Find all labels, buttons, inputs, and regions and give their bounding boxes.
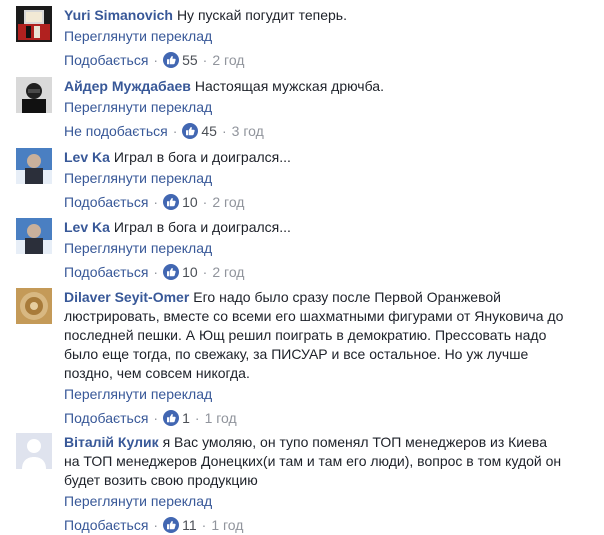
- comment-message: Ну пускай погудит теперь.: [176, 7, 347, 23]
- author-name[interactable]: Айдер Муждабаев: [64, 78, 191, 94]
- separator-dot: ·: [153, 264, 159, 280]
- thumbs-up-icon: [163, 410, 180, 426]
- thumbs-up-icon: [163, 264, 180, 280]
- separator-dot: ·: [201, 517, 207, 533]
- comment-message-line: будет возить свою продукцию: [64, 472, 258, 488]
- comment-actions: Не подобається · 45 · 3 год: [64, 121, 598, 141]
- comment-actions: Подобається · 1 · 1 год: [64, 408, 598, 428]
- thumbs-up-icon: [163, 194, 180, 210]
- author-name[interactable]: Dilaver Seyit-Omer: [64, 289, 189, 305]
- timestamp[interactable]: 1 год: [211, 517, 243, 533]
- author-name[interactable]: Віталій Кулик: [64, 434, 159, 450]
- see-translation-link[interactable]: Переглянути переклад: [64, 97, 598, 117]
- reaction-count[interactable]: 10: [163, 192, 198, 212]
- comment-actions: Подобається · 55 · 2 год: [64, 50, 598, 70]
- comment-message: Играл в бога и доигрался...: [113, 149, 291, 165]
- comment-message-line: Его надо было сразу после Первой Оранжев…: [193, 289, 501, 305]
- comment-message-line: люстрировать, вместе со всеми его шахмат…: [64, 308, 564, 324]
- avatar[interactable]: [16, 433, 52, 469]
- separator-dot: ·: [153, 517, 159, 533]
- comment-message-line: последней пешки. А Ющ решил поиграть в д…: [64, 327, 547, 343]
- comment-message-line: поздно, чем совсем никогда.: [64, 365, 250, 381]
- thumbs-up-icon: [163, 52, 180, 68]
- separator-dot: ·: [153, 52, 159, 68]
- like-link[interactable]: Подобається: [64, 264, 148, 280]
- separator-dot: ·: [221, 123, 227, 139]
- comment-message: Играл в бога и доигрался...: [113, 219, 291, 235]
- comment-text: Lev Ka Играл в бога и доигрался...: [64, 218, 598, 237]
- timestamp[interactable]: 2 год: [212, 194, 244, 210]
- avatar[interactable]: [16, 148, 52, 184]
- reaction-count[interactable]: 10: [163, 262, 198, 282]
- separator-dot: ·: [153, 410, 159, 426]
- see-translation-link[interactable]: Переглянути переклад: [64, 168, 598, 188]
- comment-message-line: на ТОП менеджеров Донецких(и там и там е…: [64, 453, 562, 469]
- comment-text: Dilaver Seyit-Omer Его надо было сразу по…: [64, 288, 598, 383]
- thumbs-up-icon: [163, 517, 180, 533]
- reaction-count[interactable]: 45: [182, 121, 217, 141]
- comments-list: Yuri Simanovich Ну пускай погудит теперь.…: [0, 0, 604, 534]
- comment-message-line: было еще тогда, по свежаку, за ПИСУАР и …: [64, 346, 529, 362]
- separator-dot: ·: [202, 264, 208, 280]
- see-translation-link[interactable]: Переглянути переклад: [64, 384, 598, 404]
- reaction-count[interactable]: 11: [163, 515, 197, 535]
- avatar[interactable]: [16, 288, 52, 324]
- timestamp[interactable]: 1 год: [205, 410, 237, 426]
- reaction-count-value: 10: [182, 264, 198, 280]
- avatar[interactable]: [16, 77, 52, 113]
- separator-dot: ·: [202, 194, 208, 210]
- reaction-count-value: 45: [201, 123, 217, 139]
- comment-actions: Подобається · 10 · 2 год: [64, 262, 598, 282]
- like-link[interactable]: Подобається: [64, 410, 148, 426]
- avatar[interactable]: [16, 6, 52, 42]
- comment-actions: Подобається · 10 · 2 год: [64, 192, 598, 212]
- comment-text: Віталій Кулик я Вас умоляю, он тупо помен…: [64, 433, 598, 490]
- see-translation-link[interactable]: Переглянути переклад: [64, 491, 598, 511]
- comment-message: Настоящая мужская дрючба.: [194, 78, 384, 94]
- reaction-count-value: 1: [182, 410, 190, 426]
- separator-dot: ·: [202, 52, 208, 68]
- comment-text: Yuri Simanovich Ну пускай погудит теперь.: [64, 6, 598, 25]
- separator-dot: ·: [172, 123, 178, 139]
- timestamp[interactable]: 3 год: [232, 123, 264, 139]
- comment-text: Айдер Муждабаев Настоящая мужская дрючба.: [64, 77, 598, 96]
- separator-dot: ·: [194, 410, 200, 426]
- avatar[interactable]: [16, 218, 52, 254]
- author-name[interactable]: Yuri Simanovich: [64, 7, 173, 23]
- separator-dot: ·: [153, 194, 159, 210]
- reaction-count[interactable]: 55: [163, 50, 198, 70]
- comment-text: Lev Ka Играл в бога и доигрался...: [64, 148, 598, 167]
- like-link[interactable]: Подобається: [64, 517, 148, 533]
- reaction-count[interactable]: 1: [163, 408, 190, 428]
- reaction-count-value: 10: [182, 194, 198, 210]
- comment-actions: Подобається · 11 · 1 год: [64, 515, 598, 535]
- comment-message-line: я Вас умоляю, он тупо поменял ТОП менедж…: [162, 434, 547, 450]
- reaction-count-value: 11: [182, 517, 197, 533]
- author-name[interactable]: Lev Ka: [64, 219, 110, 235]
- like-link[interactable]: Подобається: [64, 52, 148, 68]
- thumbs-up-icon: [182, 123, 199, 139]
- like-link[interactable]: Не подобається: [64, 123, 168, 139]
- timestamp[interactable]: 2 год: [212, 264, 244, 280]
- see-translation-link[interactable]: Переглянути переклад: [64, 238, 598, 258]
- reaction-count-value: 55: [182, 52, 198, 68]
- timestamp[interactable]: 2 год: [212, 52, 244, 68]
- author-name[interactable]: Lev Ka: [64, 149, 110, 165]
- see-translation-link[interactable]: Переглянути переклад: [64, 26, 598, 46]
- like-link[interactable]: Подобається: [64, 194, 148, 210]
